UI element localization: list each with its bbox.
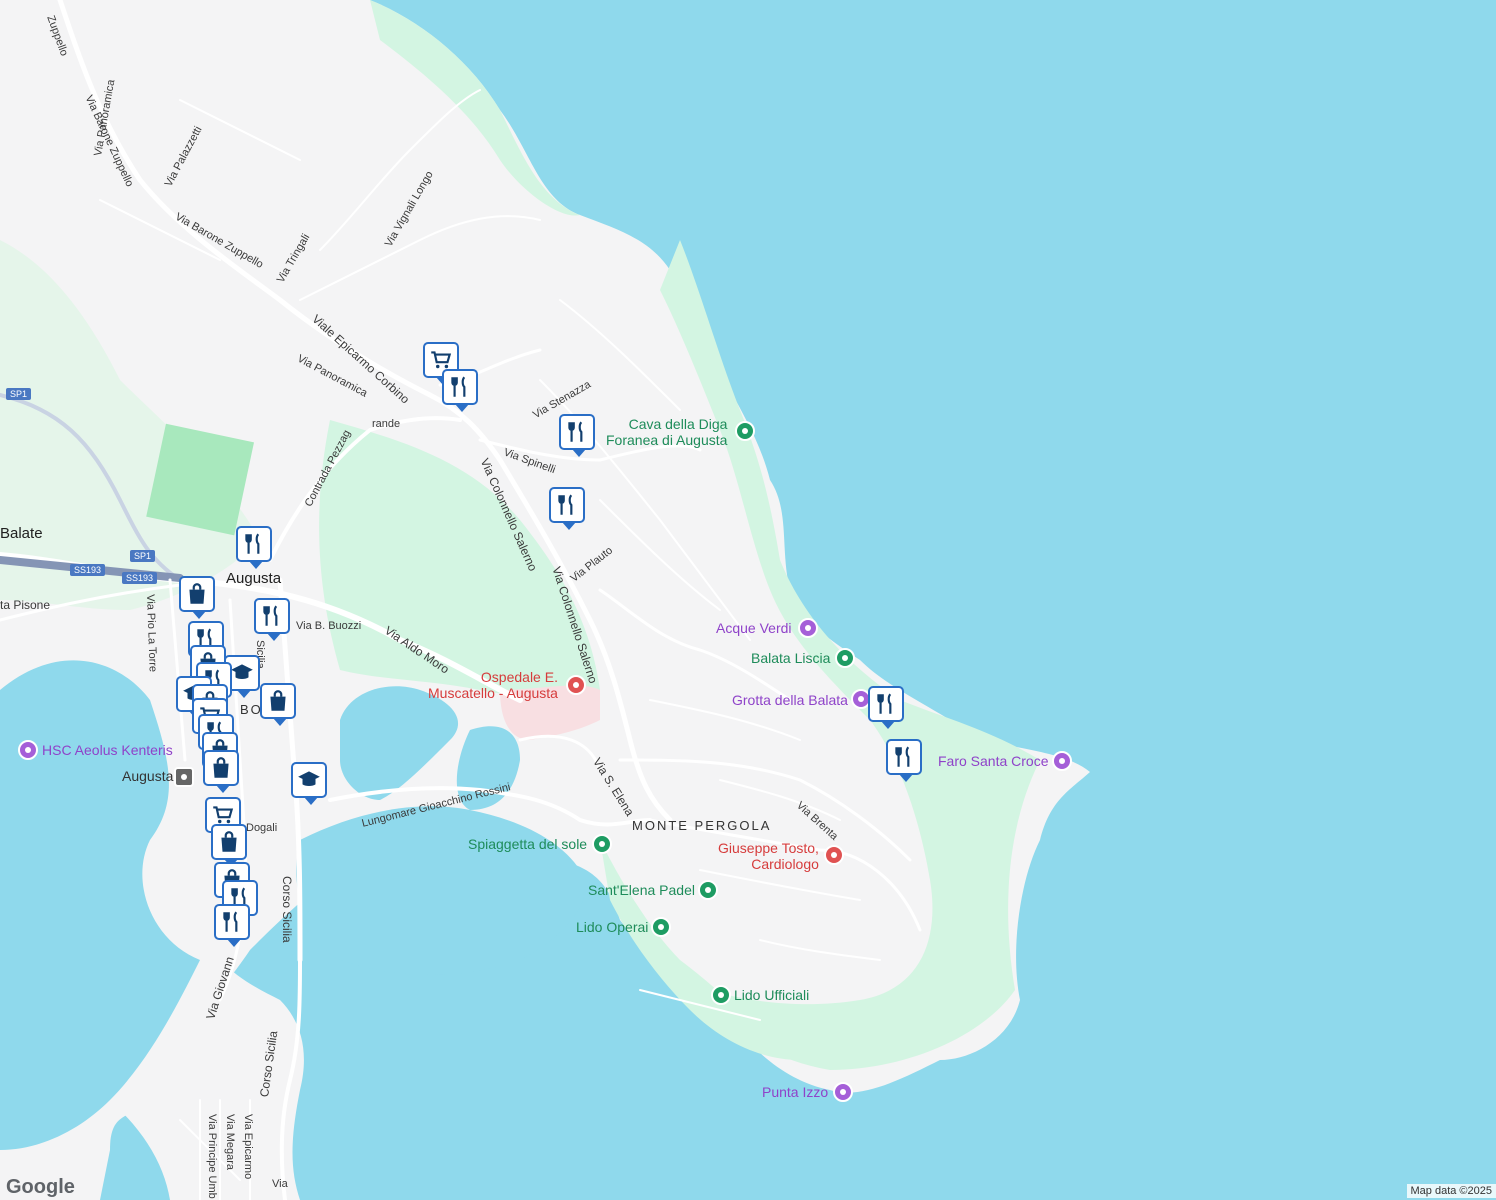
- poi-label-tosto[interactable]: Giuseppe Tosto, Cardiologo: [718, 840, 819, 872]
- restaurant-icon[interactable]: [868, 686, 904, 729]
- poi-label-ospedale[interactable]: Ospedale E. Muscatello - Augusta: [428, 669, 558, 701]
- school-icon[interactable]: [291, 762, 327, 805]
- medical-marker[interactable]: [824, 845, 844, 865]
- poi-marker-green[interactable]: [592, 834, 612, 854]
- poi-marker-green[interactable]: [711, 985, 731, 1005]
- restaurant-icon[interactable]: [214, 904, 250, 947]
- restaurant-icon[interactable]: [559, 414, 595, 457]
- poi-label-hsc[interactable]: HSC Aeolus Kenteris: [42, 742, 173, 758]
- street-label: Via Epicarmo: [242, 1114, 254, 1180]
- poi-marker-camera[interactable]: [1052, 751, 1072, 771]
- poi-label-spiaggetta[interactable]: Spiaggetta del sole: [468, 836, 587, 852]
- shopping-bag-icon[interactable]: [203, 750, 239, 793]
- poi-marker-camera[interactable]: [18, 740, 38, 760]
- place-label-augusta: Augusta: [226, 570, 282, 587]
- restaurant-icon[interactable]: [549, 487, 585, 530]
- restaurant-icon[interactable]: [236, 526, 272, 569]
- street-label: ta Pisone: [0, 598, 51, 612]
- poi-marker-green[interactable]: [735, 421, 755, 441]
- route-shield-sp1: SP1: [6, 388, 32, 400]
- street-label: rande: [372, 418, 401, 430]
- poi-label-station[interactable]: Augusta: [122, 768, 173, 784]
- route-shield-ss193: SS193: [70, 564, 106, 576]
- poi-label-cava[interactable]: Cava della Diga Foranea di Augusta: [606, 416, 727, 448]
- poi-label-balata-liscia[interactable]: Balata Liscia: [751, 650, 830, 666]
- poi-label-acque-verdi[interactable]: Acque Verdi: [716, 620, 792, 636]
- hospital-marker[interactable]: [566, 675, 586, 695]
- street-label: Via Megara: [224, 1114, 236, 1171]
- street-label: Via B. Buozzi: [296, 620, 362, 632]
- street-label: Corso Sicilia: [280, 876, 294, 943]
- shopping-bag-icon[interactable]: [179, 576, 215, 619]
- map-attribution[interactable]: Map data ©2025: [1406, 1184, 1496, 1198]
- place-label-balate: Balate: [0, 525, 43, 542]
- poi-label-lido-operai[interactable]: Lido Operai: [576, 919, 648, 935]
- shopping-bag-icon[interactable]: [260, 683, 296, 726]
- poi-marker-green[interactable]: [651, 917, 671, 937]
- poi-marker-camera[interactable]: [833, 1082, 853, 1102]
- poi-marker-green[interactable]: [698, 880, 718, 900]
- poi-label-punta-izzo[interactable]: Punta Izzo: [762, 1084, 828, 1100]
- street-label: Via: [272, 1178, 288, 1190]
- route-shield-sp1: SP1: [130, 550, 156, 562]
- poi-label-grotta[interactable]: Grotta della Balata: [732, 692, 848, 708]
- train-station-marker[interactable]: [174, 767, 194, 787]
- poi-label-faro[interactable]: Faro Santa Croce: [938, 753, 1049, 769]
- poi-label-padel[interactable]: Sant'Elena Padel: [588, 882, 695, 898]
- restaurant-icon[interactable]: [254, 598, 290, 641]
- poi-marker-green[interactable]: [835, 648, 855, 668]
- street-label: Via Principe Umb: [206, 1114, 218, 1199]
- place-label-monte-pergola: MONTE PERGOLA: [632, 818, 772, 833]
- restaurant-icon[interactable]: [442, 369, 478, 412]
- poi-marker-camera[interactable]: [798, 618, 818, 638]
- map-canvas[interactable]: [0, 0, 1496, 1200]
- poi-label-lido-ufficiali[interactable]: Lido Ufficiali: [734, 987, 809, 1003]
- route-shield-ss193: SS193: [122, 572, 158, 584]
- google-logo: Google: [6, 1176, 75, 1198]
- street-label: Dogali: [246, 822, 278, 834]
- shopping-bag-icon[interactable]: [211, 824, 247, 867]
- restaurant-icon[interactable]: [886, 739, 922, 782]
